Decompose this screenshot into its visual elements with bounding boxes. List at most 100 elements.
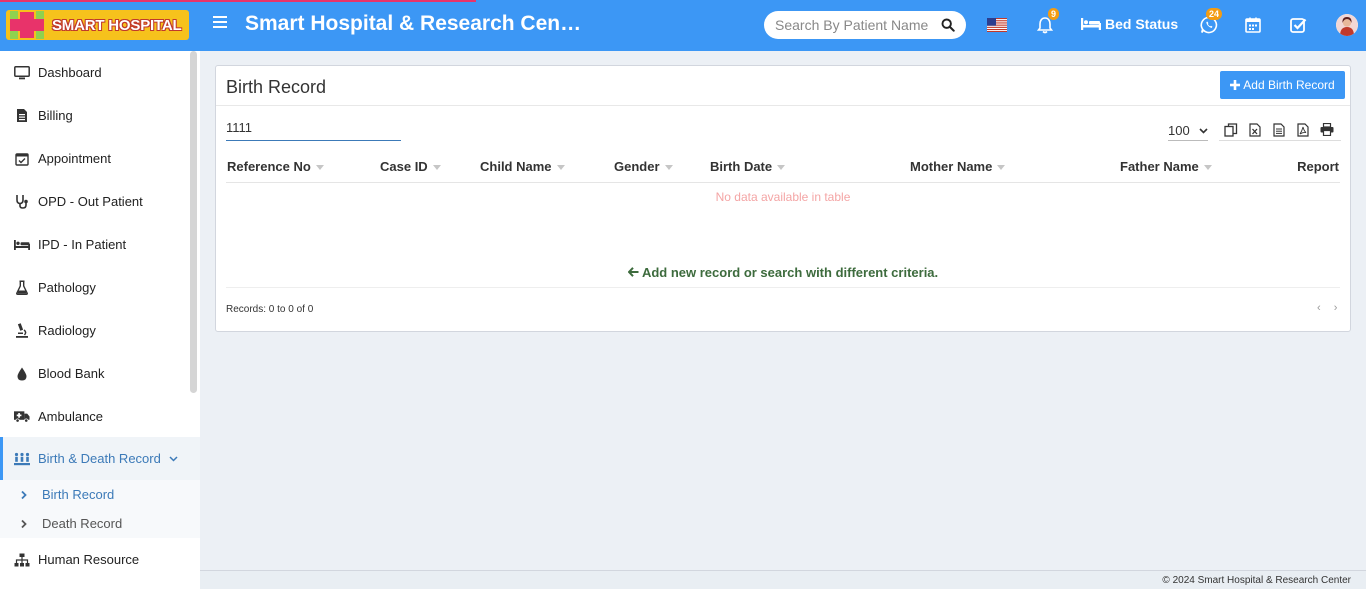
table-search-input[interactable] xyxy=(226,120,396,135)
app-title: Smart Hospital & Research Cen… xyxy=(245,12,582,35)
bed-icon xyxy=(14,237,30,253)
calendar-icon[interactable] xyxy=(1243,15,1263,35)
sort-icon xyxy=(997,165,1006,171)
flask-icon xyxy=(14,280,30,296)
sidebar-item-appointment[interactable]: Appointment xyxy=(0,137,200,180)
calendar-check-icon xyxy=(14,151,30,167)
pagination: ‹ › xyxy=(1307,302,1337,314)
sidebar-item-label: Appointment xyxy=(38,151,111,166)
patient-search-input[interactable] xyxy=(775,17,935,33)
sidebar-subitem-death-record[interactable]: Death Record xyxy=(0,509,200,538)
copyright-text: © 2024 Smart Hospital & Research Center xyxy=(1162,575,1351,586)
column-header-reference-no[interactable]: Reference No xyxy=(226,152,379,183)
add-birth-record-button[interactable]: Add Birth Record xyxy=(1220,71,1345,99)
sort-icon xyxy=(664,165,673,171)
print-icon[interactable] xyxy=(1315,121,1339,139)
birth-record-panel: Birth Record Add Birth Record 100 Refere… xyxy=(215,65,1351,332)
plus-icon xyxy=(1230,80,1241,90)
page-title: Birth Record xyxy=(226,77,327,97)
column-header-child-name[interactable]: Child Name xyxy=(479,152,613,183)
column-header-mother-name[interactable]: Mother Name xyxy=(909,152,1119,183)
sort-icon xyxy=(556,165,565,171)
column-header-case-id[interactable]: Case ID xyxy=(379,152,479,183)
column-label: Mother Name xyxy=(910,159,993,175)
ambulance-icon xyxy=(14,409,30,425)
sidebar-item-label: Human Resource xyxy=(38,552,140,567)
column-header-father-name[interactable]: Father Name xyxy=(1119,152,1259,183)
sidebar-item-ipd[interactable]: IPD - In Patient xyxy=(0,223,200,266)
empty-hint: Add new record or search with different … xyxy=(216,265,1350,280)
column-label: Report xyxy=(1297,159,1339,175)
column-header-birth-date[interactable]: Birth Date xyxy=(709,152,909,183)
sidebar-item-label: Birth & Death Record xyxy=(38,451,161,466)
sidebar-item-label: Dashboard xyxy=(38,65,102,80)
copy-icon[interactable] xyxy=(1219,121,1243,139)
sidebar-item-pathology[interactable]: Pathology xyxy=(0,266,200,309)
page-size-value: 100 xyxy=(1168,123,1190,138)
user-avatar-image xyxy=(1336,14,1358,36)
excel-icon[interactable] xyxy=(1243,121,1267,139)
page-footer: © 2024 Smart Hospital & Research Center xyxy=(200,570,1366,589)
column-label: Case ID xyxy=(380,159,428,175)
sort-icon xyxy=(1203,165,1212,171)
panel-header-divider xyxy=(216,105,1350,106)
sort-icon xyxy=(432,165,441,171)
sidebar-item-dashboard[interactable]: Dashboard xyxy=(0,51,200,94)
sidebar-item-label: IPD - In Patient xyxy=(38,237,127,252)
bed-status-link[interactable]: Bed Status xyxy=(1081,16,1178,32)
notification-count-badge: 9 xyxy=(1048,8,1060,20)
sidebar-item-label: Blood Bank xyxy=(38,366,105,381)
column-label: Gender xyxy=(614,159,660,175)
logo-text: SMART HOSPITAL xyxy=(52,16,182,34)
sidebar-item-radiology[interactable]: Radiology xyxy=(0,309,200,352)
column-label: Birth Date xyxy=(710,159,773,175)
sidebar-item-birth-death-record[interactable]: Birth & Death Record xyxy=(0,437,200,480)
pdf-icon[interactable] xyxy=(1291,121,1315,139)
sidebar-item-billing[interactable]: Billing xyxy=(0,94,200,137)
column-header-report: Report xyxy=(1259,152,1340,183)
logo[interactable]: SMART HOSPITAL xyxy=(6,10,189,40)
sidebar-item-blood-bank[interactable]: Blood Bank xyxy=(0,352,200,395)
logo-cross-icon xyxy=(6,10,52,40)
birth-record-table: Reference No Case ID Child Name Gender B… xyxy=(226,152,1340,211)
csv-icon[interactable] xyxy=(1267,121,1291,139)
sidebar-item-human-resource[interactable]: Human Resource xyxy=(0,538,200,581)
arrow-left-icon xyxy=(627,267,639,277)
sort-icon xyxy=(777,165,786,171)
sidebar-item-label: OPD - Out Patient xyxy=(38,194,143,209)
patient-search xyxy=(764,11,966,39)
microscope-icon xyxy=(14,323,30,339)
sidebar-item-ambulance[interactable]: Ambulance xyxy=(0,395,200,438)
add-birth-record-label: Add Birth Record xyxy=(1243,78,1335,92)
us-flag-icon[interactable] xyxy=(987,18,1007,32)
chevron-down-icon xyxy=(169,455,178,462)
sidebar-subitem-label: Birth Record xyxy=(42,487,115,502)
sidebar-subitem-birth-record[interactable]: Birth Record xyxy=(0,480,200,509)
menu-toggle-icon[interactable] xyxy=(213,16,227,30)
table-row: No data available in table xyxy=(226,182,1340,211)
empty-hint-text: Add new record or search with different … xyxy=(641,265,939,280)
table-header-row: Reference No Case ID Child Name Gender B… xyxy=(226,152,1340,183)
monitor-icon xyxy=(14,65,30,81)
sidebar-item-label: Radiology xyxy=(38,323,96,338)
search-icon[interactable] xyxy=(941,18,955,32)
user-avatar[interactable] xyxy=(1336,14,1358,36)
whatsapp-count-badge: 24 xyxy=(1206,8,1223,20)
sidebar-subitem-label: Death Record xyxy=(42,516,123,531)
sidebar-item-opd[interactable]: OPD - Out Patient xyxy=(0,180,200,223)
column-label: Father Name xyxy=(1120,159,1199,175)
table-filter xyxy=(226,119,401,141)
chevron-down-icon xyxy=(1199,127,1208,134)
loading-bar xyxy=(0,0,476,2)
file-icon xyxy=(14,108,30,124)
sidebar-item-label: Billing xyxy=(38,108,73,123)
page-size-select[interactable]: 100 xyxy=(1168,121,1208,141)
export-toolbar xyxy=(1219,119,1341,141)
sort-icon xyxy=(315,165,324,171)
records-info: Records: 0 to 0 of 0 xyxy=(226,304,314,315)
empty-table-message: No data available in table xyxy=(715,189,851,204)
column-header-gender[interactable]: Gender xyxy=(613,152,709,183)
pagination-previous[interactable]: ‹ xyxy=(1317,302,1321,314)
pagination-next[interactable]: › xyxy=(1334,302,1338,314)
task-check-icon[interactable] xyxy=(1288,15,1308,35)
